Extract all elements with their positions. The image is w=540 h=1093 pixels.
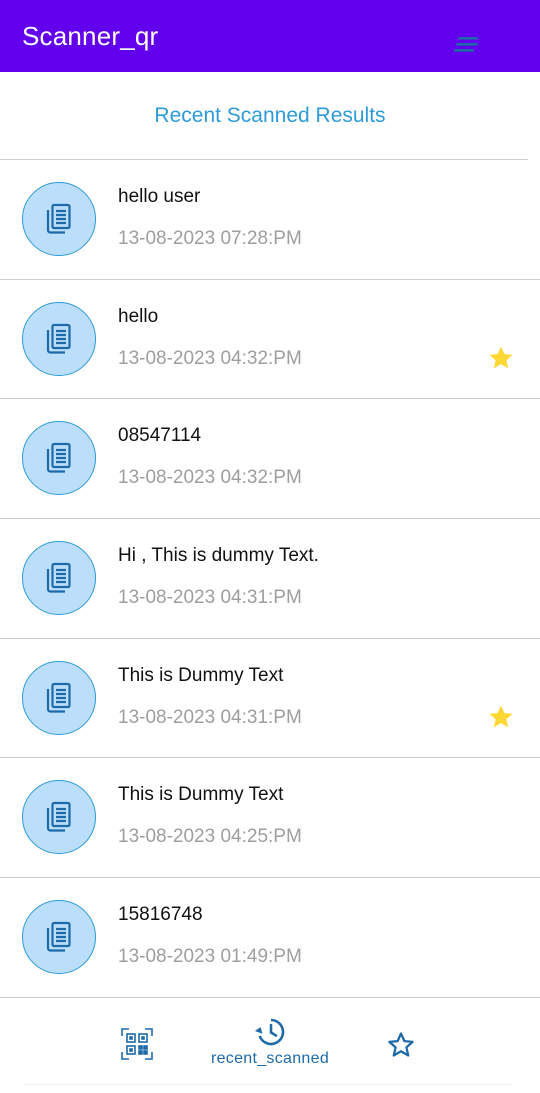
result-date: 13-08-2023 04:25:PM — [118, 826, 302, 848]
result-row[interactable]: 15816748 13-08-2023 01:49:PM — [0, 878, 540, 998]
document-icon — [22, 421, 96, 496]
result-text: hello user — [118, 186, 201, 207]
result-row[interactable]: hello 13-08-2023 04:32:PM — [0, 280, 540, 400]
result-text: This is Dummy Text — [118, 664, 284, 686]
result-date: 13-08-2023 04:32:PM — [118, 347, 302, 369]
document-icon — [22, 900, 96, 975]
app-title: Scanner_qr — [22, 20, 159, 51]
result-date: 13-08-2023 04:31:PM — [118, 587, 302, 609]
result-text: Hi , This is dummy Text. — [118, 545, 319, 567]
document-icon — [22, 182, 96, 256]
result-date: 13-08-2023 04:32:PM — [118, 467, 302, 489]
result-text: hello — [118, 305, 159, 327]
result-date: 13-08-2023 04:31:PM — [118, 706, 302, 728]
bottom-navigation: recent_scanned — [0, 1000, 540, 1093]
sort-icon[interactable] — [452, 34, 482, 56]
history-icon — [255, 1018, 285, 1046]
result-date: 13-08-2023 07:28:PM — [118, 228, 302, 249]
nav-recent-label: recent_scanned — [210, 1050, 330, 1067]
result-row[interactable]: 08547114 13-08-2023 04:32:PM — [0, 399, 540, 520]
document-icon — [22, 660, 96, 735]
result-row[interactable]: Hi , This is dummy Text. 13-08-2023 04:31… — [0, 519, 540, 639]
result-row[interactable]: This is Dummy Text 13-08-2023 04:25:PM — [0, 758, 540, 879]
nav-recent-scanned[interactable]: recent_scanned — [205, 1018, 335, 1078]
result-text: This is Dummy Text — [118, 784, 284, 806]
result-date: 13-08-2023 01:49:PM — [118, 946, 302, 968]
bottom-divider — [24, 1084, 512, 1085]
document-icon — [22, 541, 96, 616]
page-title: Recent Scanned Results — [154, 104, 386, 127]
results-list: hello user 13-08-2023 07:28:PM hello 13-08-… — [0, 160, 540, 998]
favorite-star-icon[interactable] — [487, 344, 515, 372]
results-header: Recent Scanned Results — [0, 72, 540, 160]
result-row[interactable]: This is Dummy Text 13-08-2023 04:31:PM — [0, 639, 540, 759]
favorite-star-icon[interactable] — [487, 703, 515, 731]
qr-scan-icon[interactable] — [121, 1028, 153, 1060]
document-icon — [22, 301, 96, 376]
result-row[interactable]: hello user 13-08-2023 07:28:PM — [0, 160, 540, 280]
document-icon — [22, 780, 96, 855]
result-text: 15816748 — [118, 904, 203, 926]
result-text: 08547114 — [118, 425, 202, 447]
star-outline-icon[interactable] — [386, 1030, 416, 1060]
